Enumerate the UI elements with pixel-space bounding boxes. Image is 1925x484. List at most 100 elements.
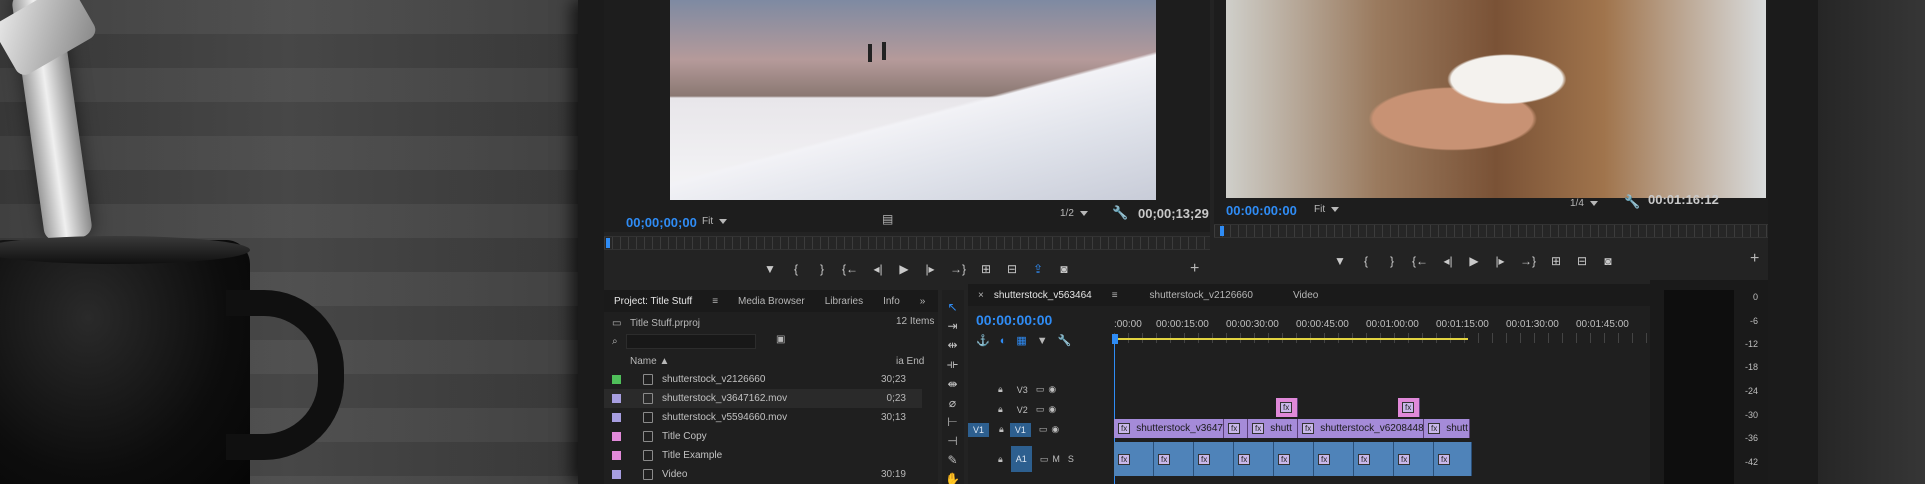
- track-target-a1[interactable]: A1: [1010, 446, 1032, 472]
- column-end-header[interactable]: ia End: [896, 356, 924, 367]
- column-name-header[interactable]: Name ▲: [630, 356, 669, 367]
- tab-sequence-video[interactable]: Video: [1263, 290, 1328, 301]
- rate-stretch-tool-icon[interactable]: ⇼: [947, 377, 957, 391]
- source-timecode-in[interactable]: 00;00;00;00: [626, 215, 697, 230]
- camera-icon[interactable]: ◙: [1602, 254, 1614, 268]
- audio-clip[interactable]: fx: [1434, 442, 1472, 476]
- wrench-icon[interactable]: 🔧: [1112, 205, 1128, 221]
- audio-clip[interactable]: fx: [1354, 442, 1394, 476]
- lock-icon[interactable]: 🔒︎: [998, 454, 1003, 465]
- list-item[interactable]: shutterstock_v2126660 30;23: [604, 370, 922, 389]
- timeline-timecode[interactable]: 00:00:00:00: [976, 312, 1052, 328]
- pen-tool-icon[interactable]: ✎: [947, 453, 957, 467]
- close-icon[interactable]: ×: [968, 290, 994, 301]
- marker-icon[interactable]: ▼: [1334, 254, 1346, 268]
- go-to-in-icon[interactable]: {←: [1412, 254, 1428, 268]
- wrench-icon[interactable]: 🔧: [1624, 194, 1640, 210]
- step-forward-icon[interactable]: |▸: [1494, 254, 1506, 268]
- source-playhead[interactable]: [606, 238, 610, 248]
- tab-media-browser[interactable]: Media Browser: [728, 296, 815, 307]
- snap-icon[interactable]: ⚓: [976, 335, 1000, 347]
- video-clip[interactable]: fx shutt: [1424, 419, 1470, 438]
- sync-icon[interactable]: ▭: [1036, 384, 1045, 395]
- audio-clip[interactable]: fx: [1114, 442, 1154, 476]
- add-button-icon[interactable]: +: [1750, 250, 1759, 268]
- track-target-v1[interactable]: V1: [1009, 422, 1031, 437]
- linked-selection-icon[interactable]: ◐: [1000, 335, 1017, 347]
- label-color-swatch[interactable]: [612, 451, 621, 460]
- lift-icon[interactable]: ⊞: [1550, 254, 1562, 268]
- in-point-icon[interactable]: {: [790, 262, 802, 276]
- label-color-swatch[interactable]: [612, 394, 621, 403]
- list-item[interactable]: shutterstock_v3647162.mov 0;23: [604, 389, 922, 408]
- video-clip[interactable]: fx shutterstock_v6208448: [1298, 419, 1424, 438]
- program-zoom-select[interactable]: Fit: [1314, 204, 1340, 215]
- eye-icon[interactable]: ◉: [1048, 384, 1056, 395]
- audio-clip[interactable]: fx: [1274, 442, 1314, 476]
- timeline-playhead[interactable]: [1112, 334, 1118, 344]
- eye-icon[interactable]: ◉: [1048, 404, 1056, 415]
- selection-tool-icon[interactable]: ↖: [947, 300, 957, 314]
- tab-sequence-active[interactable]: shutterstock_v563464: [994, 290, 1102, 301]
- track-select-tool-icon[interactable]: ⇥: [947, 319, 957, 333]
- go-to-out-icon[interactable]: →}: [950, 262, 966, 276]
- overwrite-icon[interactable]: ⊟: [1006, 262, 1018, 276]
- wrench-icon[interactable]: 🔧: [1058, 335, 1082, 347]
- search-icon[interactable]: ⌕: [612, 336, 618, 347]
- search-input[interactable]: [626, 334, 756, 349]
- tab-libraries[interactable]: Libraries: [815, 296, 873, 307]
- lock-icon[interactable]: 🔒︎: [998, 404, 1003, 415]
- video-clip[interactable]: fx shutterstock_v3647: [1114, 419, 1224, 438]
- tab-sequence-2[interactable]: shutterstock_v2126660: [1128, 290, 1263, 301]
- tab-menu-icon[interactable]: ≡: [1102, 290, 1128, 301]
- audio-clip[interactable]: fx: [1194, 442, 1234, 476]
- out-point-icon[interactable]: }: [816, 262, 828, 276]
- slide-tool-icon[interactable]: ⊣: [947, 434, 957, 448]
- play-icon[interactable]: ▶: [1468, 254, 1480, 268]
- mute-button[interactable]: M: [1052, 454, 1060, 464]
- list-item[interactable]: Video 30:19: [604, 465, 922, 484]
- in-point-icon[interactable]: {: [1360, 254, 1372, 268]
- audio-clip[interactable]: fx: [1394, 442, 1434, 476]
- program-resolution-select[interactable]: 1/4: [1570, 198, 1598, 209]
- lock-icon[interactable]: 🔒︎: [998, 384, 1003, 395]
- audio-clip[interactable]: fx: [1154, 442, 1194, 476]
- marker-icon[interactable]: ▼: [764, 262, 776, 276]
- extract-icon[interactable]: ⊟: [1576, 254, 1588, 268]
- audio-clip[interactable]: fx: [1314, 442, 1354, 476]
- label-color-swatch[interactable]: [612, 413, 621, 422]
- program-timecode-in[interactable]: 00:00:00:00: [1226, 203, 1297, 218]
- title-clip[interactable]: fx: [1276, 398, 1298, 417]
- label-color-swatch[interactable]: [612, 375, 621, 384]
- clip-icon[interactable]: ▤: [882, 212, 893, 226]
- tab-project[interactable]: Project: Title Stuff: [604, 296, 702, 307]
- label-color-swatch[interactable]: [612, 470, 621, 479]
- video-clip[interactable]: fx shutt: [1248, 419, 1298, 438]
- step-forward-icon[interactable]: |▸: [924, 262, 936, 276]
- eye-icon[interactable]: ◉: [1051, 424, 1059, 435]
- add-button-icon[interactable]: +: [1190, 260, 1199, 278]
- export-frame-icon[interactable]: ⇪: [1032, 262, 1044, 276]
- out-point-icon[interactable]: }: [1386, 254, 1398, 268]
- hand-tool-icon[interactable]: ✋: [945, 472, 960, 484]
- lock-icon[interactable]: 🔒︎: [999, 424, 1004, 435]
- tab-info[interactable]: Info: [873, 296, 910, 307]
- source-patch-v1[interactable]: V1: [968, 422, 990, 437]
- nest-icon[interactable]: ▦: [1016, 335, 1036, 347]
- work-area-bar[interactable]: [1114, 338, 1468, 340]
- list-item[interactable]: shutterstock_v5594660.mov 30;13: [604, 408, 922, 427]
- source-resolution-select[interactable]: 1/2: [1060, 208, 1088, 219]
- program-time-ruler[interactable]: [1214, 224, 1768, 238]
- add-marker-icon[interactable]: ▼: [1037, 335, 1058, 347]
- step-back-icon[interactable]: ◂|: [872, 262, 884, 276]
- ripple-edit-tool-icon[interactable]: ⇹: [947, 338, 957, 352]
- play-icon[interactable]: ▶: [898, 262, 910, 276]
- sync-icon[interactable]: ▭: [1040, 454, 1049, 465]
- insert-icon[interactable]: ⊞: [980, 262, 992, 276]
- slip-tool-icon[interactable]: ⊢: [947, 415, 957, 429]
- sync-icon[interactable]: ▭: [1036, 404, 1045, 415]
- title-clip[interactable]: fx: [1398, 398, 1420, 417]
- video-clip[interactable]: fx: [1224, 419, 1248, 438]
- step-back-icon[interactable]: ◂|: [1442, 254, 1454, 268]
- label-color-swatch[interactable]: [612, 432, 621, 441]
